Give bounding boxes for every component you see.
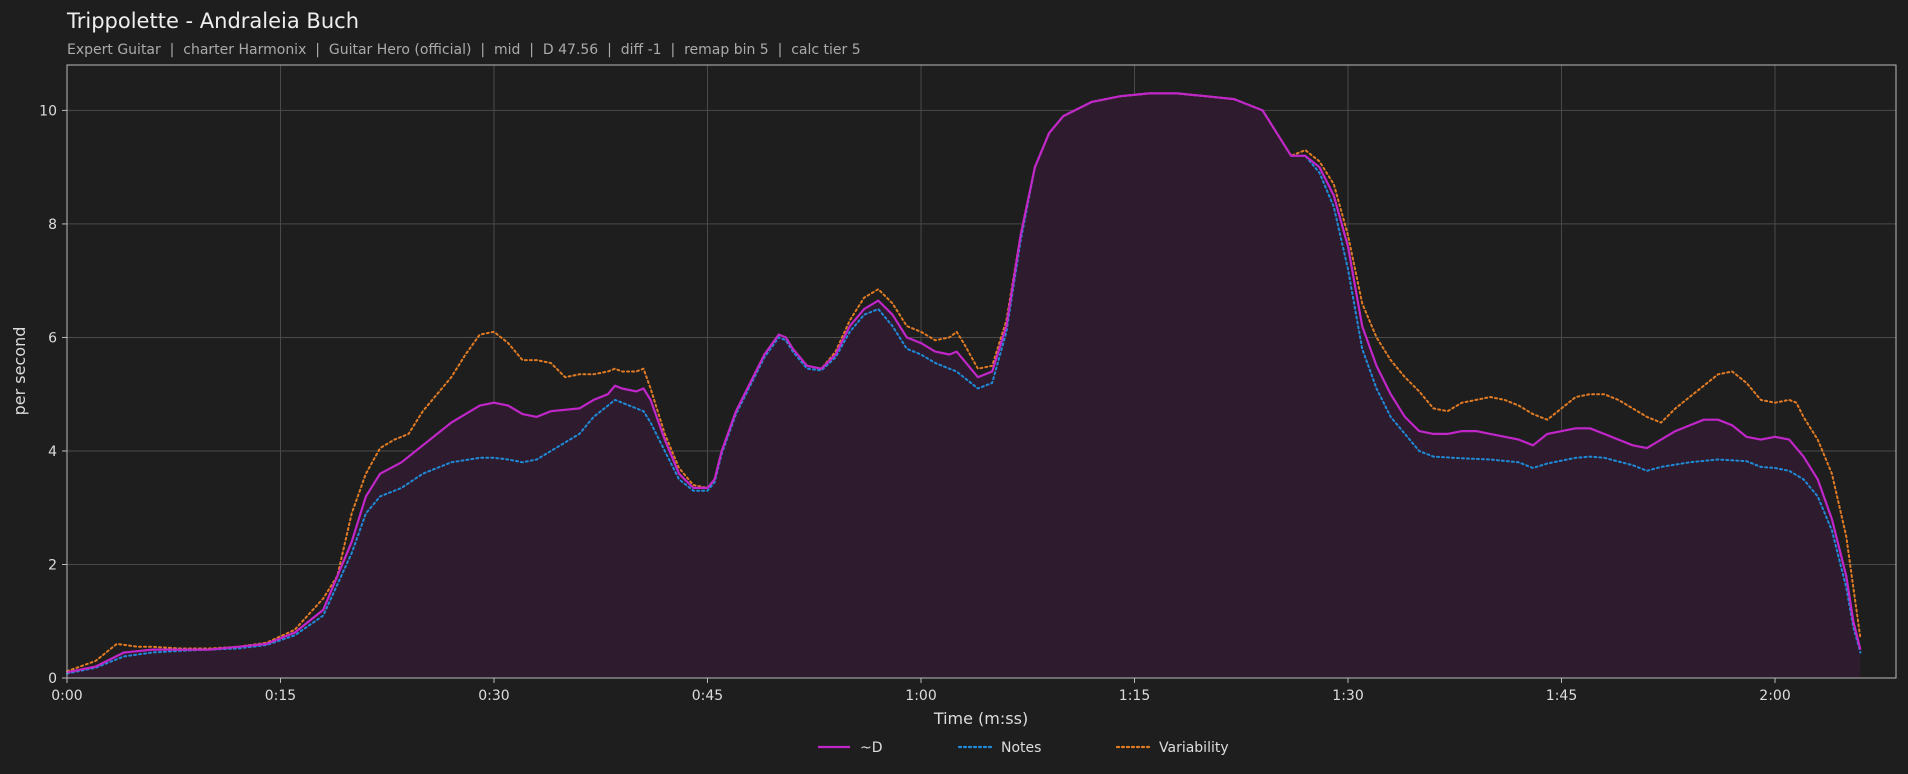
y-tick-label: 0 <box>48 671 57 687</box>
y-tick-label: 10 <box>39 103 57 119</box>
chart-title: Trippolette - Andraleia Buch <box>66 9 359 33</box>
x-tick-label: 2:00 <box>1759 688 1790 704</box>
y-tick-label: 8 <box>48 217 57 233</box>
x-tick-label: 0:45 <box>692 688 723 704</box>
x-tick-label: 1:00 <box>905 688 936 704</box>
x-tick-label: 0:30 <box>478 688 509 704</box>
x-tick-label: 1:30 <box>1332 688 1363 704</box>
x-axis-label: Time (m:ss) <box>933 709 1028 728</box>
legend-label: ~D <box>860 740 883 756</box>
y-tick-label: 4 <box>48 444 57 460</box>
chart-subtitle: Expert Guitar | charter Harmonix | Guita… <box>67 42 861 58</box>
x-tick-label: 1:15 <box>1119 688 1150 704</box>
legend-label: Variability <box>1159 740 1229 756</box>
y-axis-label: per second <box>10 327 29 416</box>
chart-container: Trippolette - Andraleia Buch Expert Guit… <box>0 0 1908 774</box>
y-tick-label: 2 <box>48 557 57 573</box>
y-tick-label: 6 <box>48 330 57 346</box>
legend-label: Notes <box>1001 740 1041 756</box>
x-tick-label: 1:45 <box>1546 688 1577 704</box>
area-fill-d <box>67 93 1861 678</box>
chart-svg: Trippolette - Andraleia Buch Expert Guit… <box>10 9 1897 756</box>
x-tick-label: 0:00 <box>51 688 82 704</box>
x-tick-label: 0:15 <box>265 688 296 704</box>
legend: ~D Notes Variability <box>818 740 1229 756</box>
